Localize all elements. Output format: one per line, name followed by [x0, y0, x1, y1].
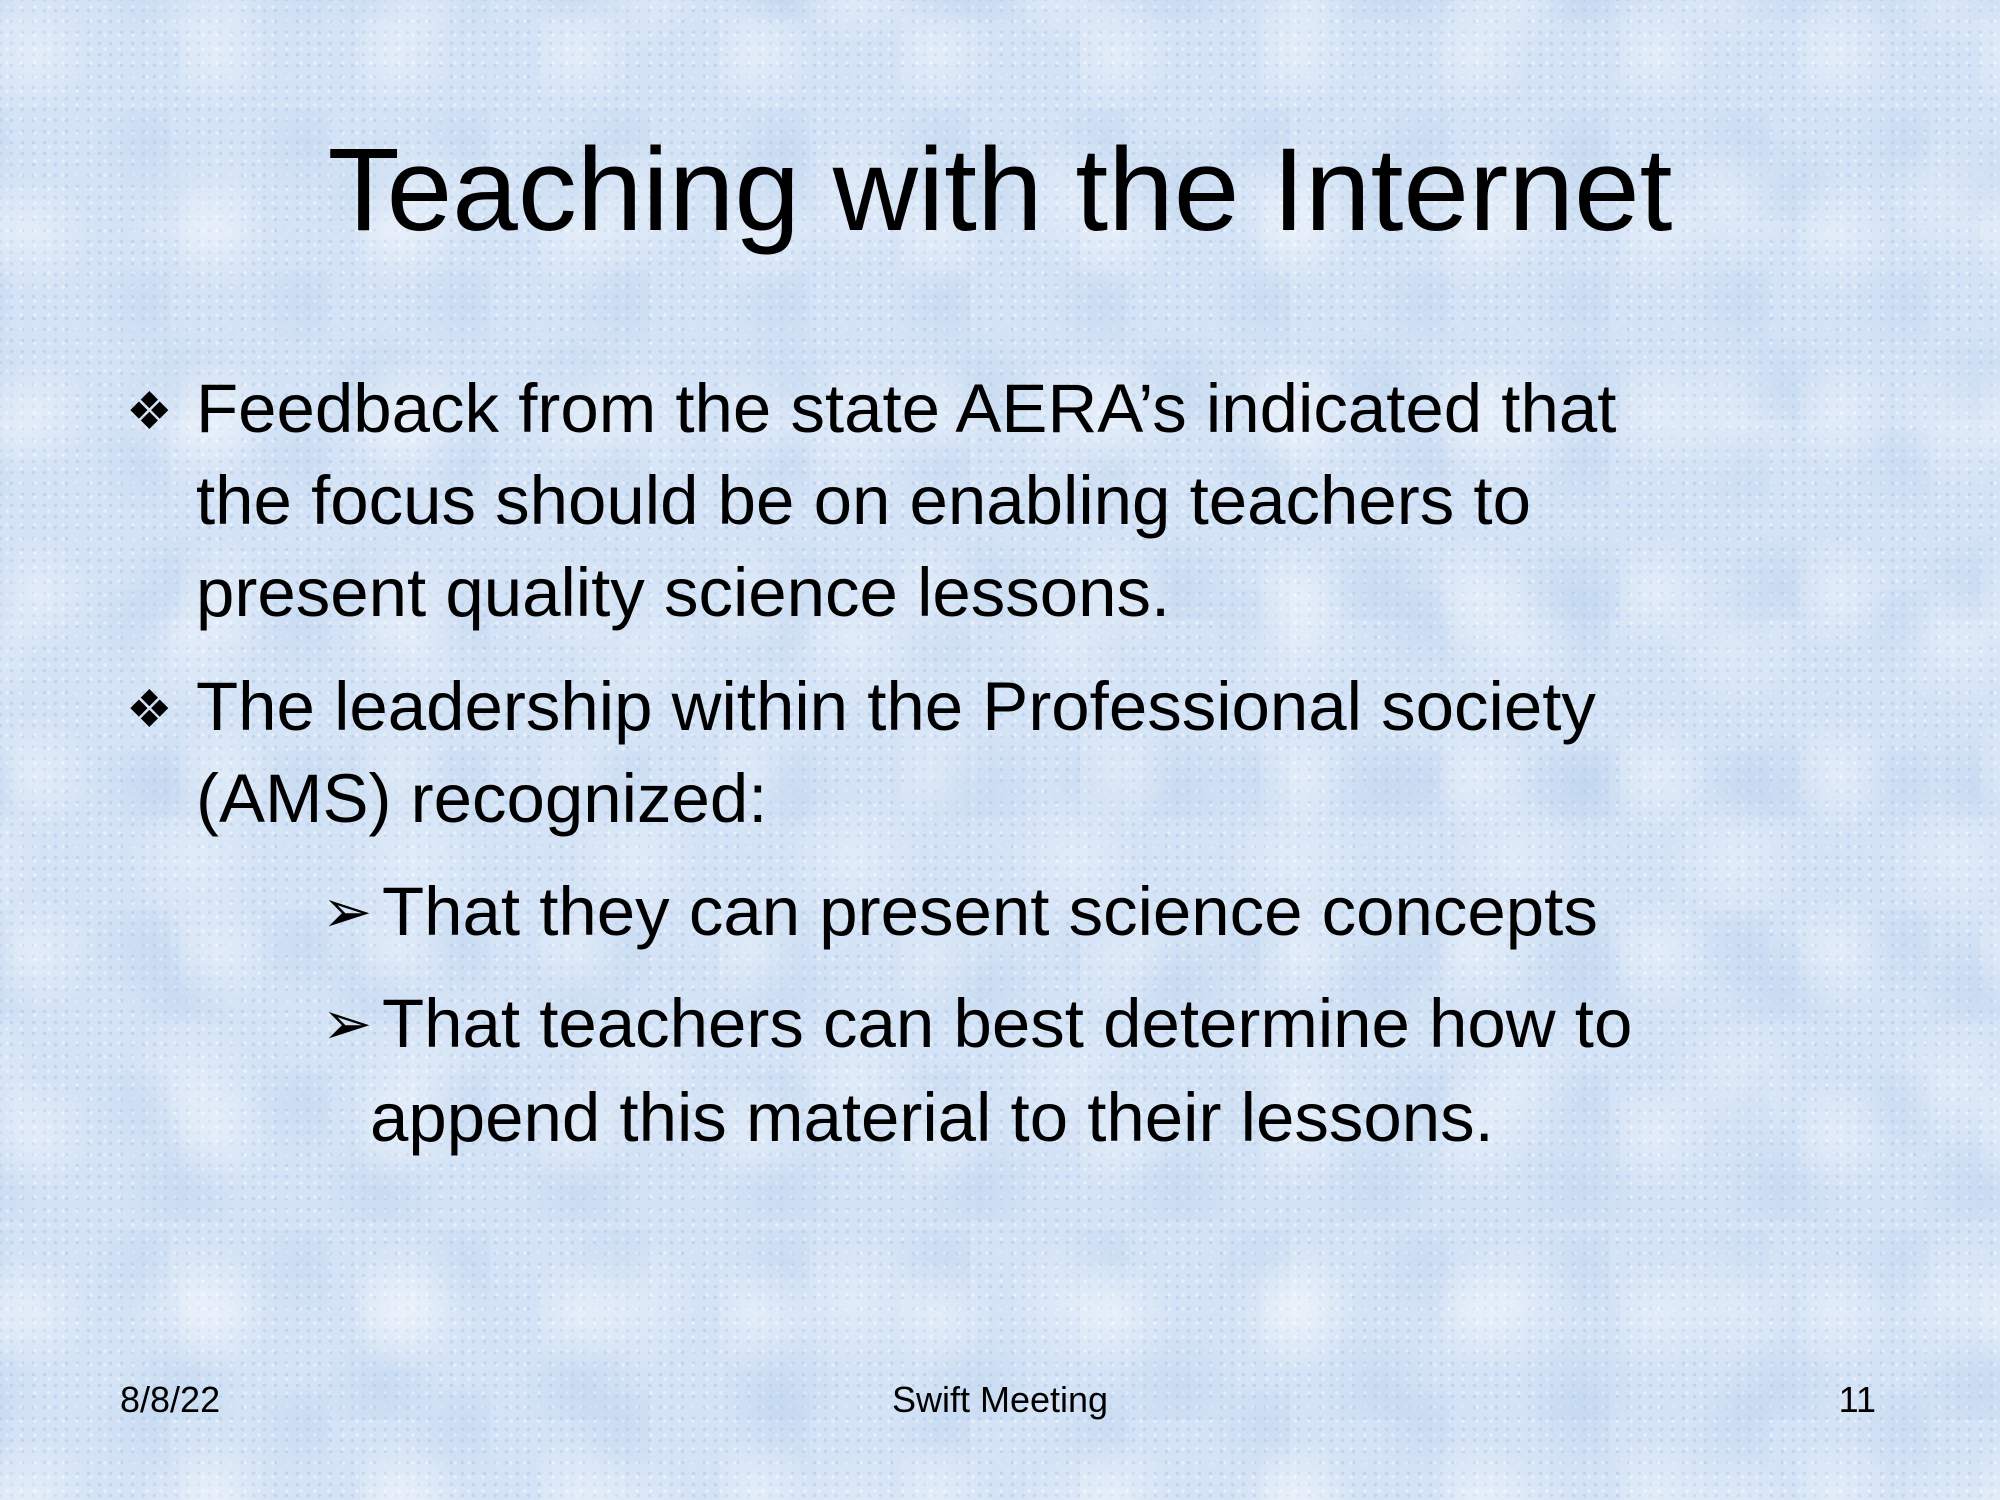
slide-title: Teaching with the Internet [327, 124, 1673, 256]
footer-title: Swift Meeting [891, 1379, 1109, 1420]
arrow-bullet-icon: ➢ [322, 990, 373, 1057]
sub-bullet-2-line-2: append this material to their lessons. [370, 1079, 1494, 1156]
slide-number: 11 [1838, 1379, 1876, 1420]
sub-bullet-1-line-1: That they can present science concepts [382, 873, 1598, 950]
bullet-2-line-1: The leadership within the Professional s… [196, 668, 1596, 745]
diamond-bullet-icon: ❖ [126, 681, 173, 739]
bullet-1-line-2: the focus should be on enabling teachers… [196, 462, 1531, 539]
sub-bullet-2-line-1: That teachers can best determine how to [382, 985, 1633, 1062]
diamond-bullet-icon: ❖ [126, 383, 173, 441]
bullet-1-line-1: Feedback from the state AERA’s indicated… [196, 370, 1617, 447]
bullet-1-line-3: present quality science lessons. [196, 554, 1171, 631]
bullet-2-line-2: (AMS) recognized: [196, 760, 768, 837]
arrow-bullet-icon: ➢ [322, 878, 373, 945]
slide: Teaching with the Internet ❖ Feedback fr… [0, 0, 2000, 1500]
